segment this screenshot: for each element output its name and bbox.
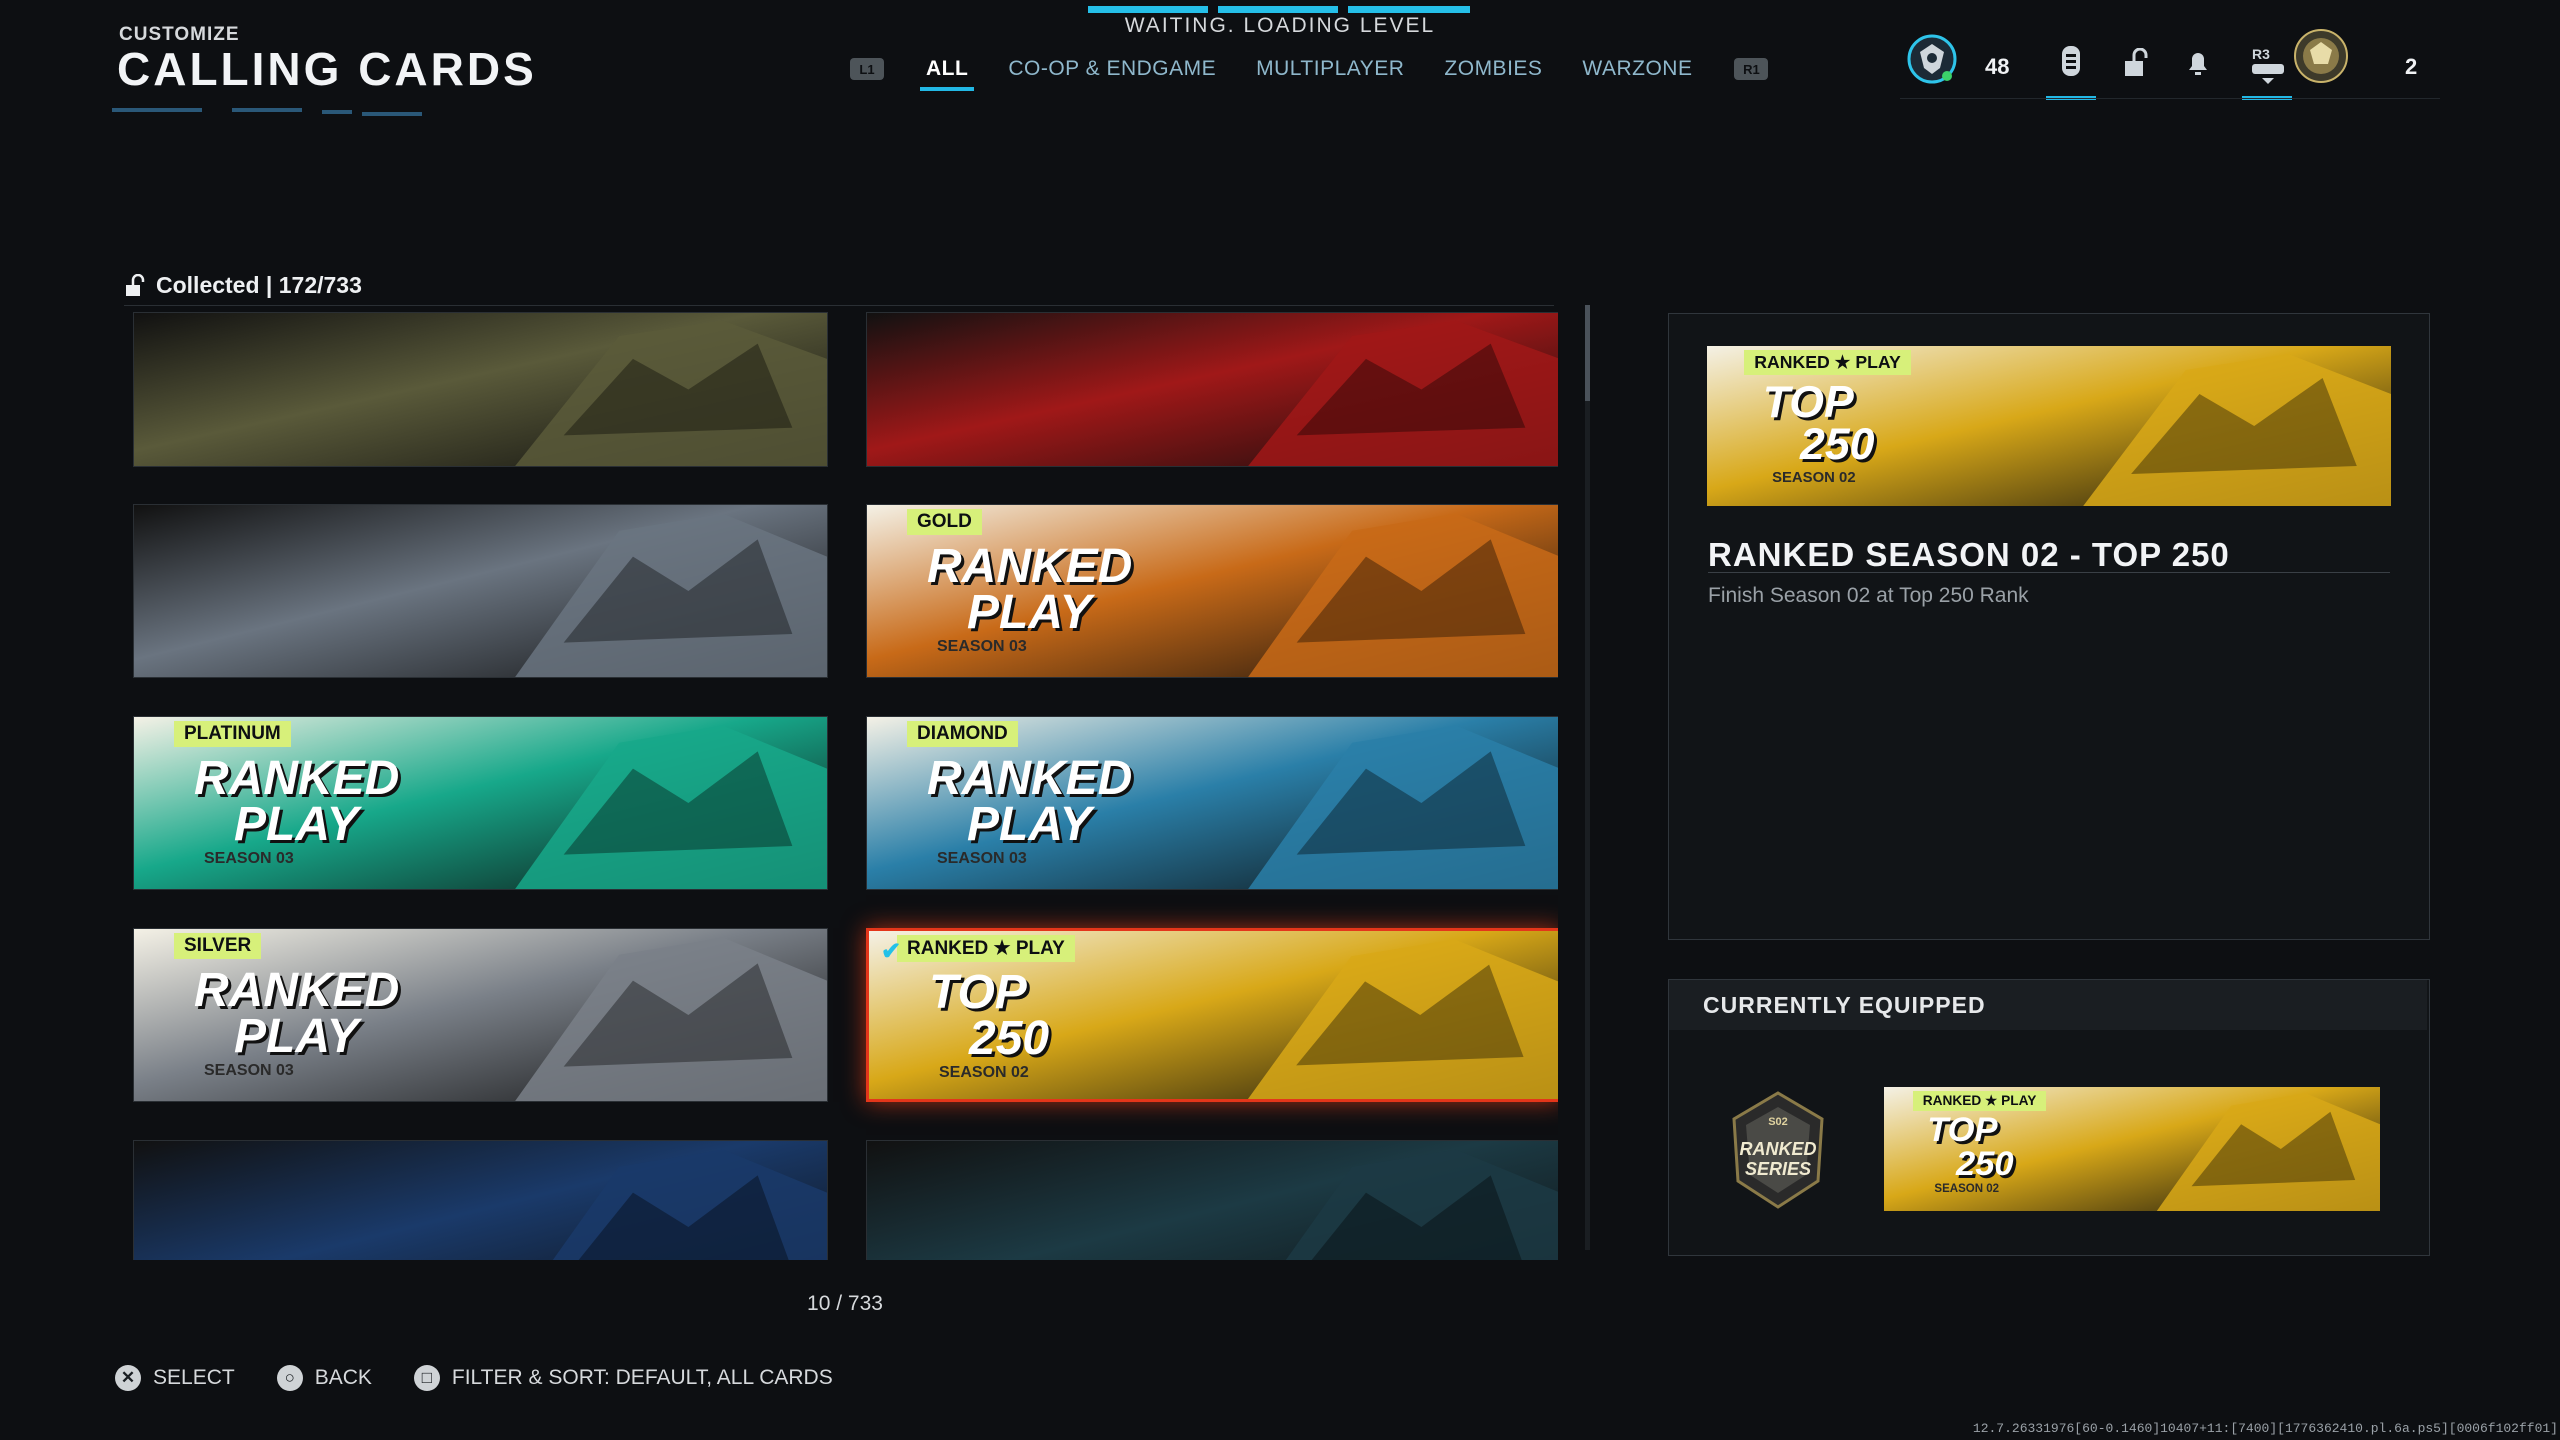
select-label: SELECT: [153, 1366, 235, 1389]
cross-button-icon: ✕: [115, 1365, 141, 1391]
card-subheadline: 250: [1956, 1144, 2014, 1183]
check-icon: ✔: [881, 938, 902, 965]
calling-card-grid: GOLD RANKED PLAY SEASON 03 PLATINUM RANKED PL…: [133, 312, 1558, 1260]
tab-all[interactable]: ALL: [919, 57, 975, 91]
commando-pistol-card[interactable]: [866, 312, 1558, 467]
page-title: CALLING CARDS: [117, 43, 537, 95]
hud-divider: [1900, 98, 2440, 99]
card-subheadline: PLAY: [967, 798, 1092, 851]
header-decoration: [112, 100, 442, 118]
ranked-play-silver-card[interactable]: SILVER RANKED PLAY SEASON 03: [133, 928, 828, 1102]
card-subheadline: 250: [1800, 420, 1875, 470]
controller-icon[interactable]: R3: [2248, 40, 2288, 90]
inventory-icon[interactable]: [2056, 44, 2086, 80]
card-season: SEASON 03: [937, 850, 1027, 867]
card-subheadline: PLAY: [234, 1010, 359, 1063]
card-season: SEASON 03: [937, 638, 1027, 655]
detail-divider: [1708, 572, 2390, 573]
tab-zombies[interactable]: ZOMBIES: [1444, 57, 1542, 91]
back-action[interactable]: ○ BACK: [276, 1365, 372, 1391]
bell-icon[interactable]: [2184, 48, 2212, 78]
ranked-play-diamond-card[interactable]: DIAMOND RANKED PLAY SEASON 03: [866, 716, 1558, 890]
tab-coop-endgame[interactable]: CO-OP & ENDGAME: [1008, 57, 1216, 91]
filter-sort-label: FILTER & SORT: DEFAULT, ALL CARDS: [451, 1366, 833, 1389]
card-badge: RANKED ★ PLAY: [1744, 350, 1911, 375]
tab-warzone[interactable]: WARZONE: [1582, 57, 1692, 91]
ranked-play-gold-card[interactable]: GOLD RANKED PLAY SEASON 03: [866, 504, 1558, 678]
loading-progress: [1088, 6, 1473, 14]
select-action[interactable]: ✕ SELECT: [115, 1365, 235, 1391]
soldier-firefight-card[interactable]: [133, 312, 828, 467]
equipped-emblem[interactable]: S02 RANKED SERIES: [1718, 1085, 1838, 1215]
lock-icon[interactable]: [2122, 47, 2152, 78]
back-label: BACK: [314, 1366, 372, 1389]
player-emblem-icon[interactable]: [2286, 28, 2356, 84]
combat-knife-card[interactable]: [866, 1140, 1558, 1260]
detail-card-preview: RANKED ★ PLAY TOP 250 SEASON 02: [1707, 346, 2391, 506]
player-level: 48: [1985, 54, 2010, 79]
detail-card-description: Finish Season 02 at Top 250 Rank: [1708, 584, 2029, 607]
circle-button-icon: ○: [276, 1365, 303, 1391]
collected-count: Collected | 172/733: [124, 272, 362, 299]
card-season: SEASON 03: [204, 850, 294, 867]
card-badge: RANKED ★ PLAY: [897, 935, 1075, 962]
filter-sort-action[interactable]: □ FILTER & SORT: DEFAULT, ALL CARDS: [413, 1365, 833, 1391]
collected-label: Collected | 172/733: [156, 272, 362, 298]
loading-status: WAITING. LOADING LEVEL: [1124, 14, 1436, 37]
grid-divider: [124, 305, 1554, 306]
card-badge: DIAMOND: [907, 721, 1018, 747]
hud-count: 2: [2405, 54, 2418, 79]
equipped-title: CURRENTLY EQUIPPED: [1703, 992, 1986, 1018]
twin-snipers-card[interactable]: [133, 504, 828, 678]
r1-bumper-icon[interactable]: R1: [1734, 58, 1769, 80]
detail-card-title: RANKED SEASON 02 - TOP 250: [1708, 536, 2230, 573]
grid-scrollbar[interactable]: [1585, 305, 1590, 1250]
category-tabs: L1 ALL CO-OP & ENDGAME MULTIPLAYER ZOMBI…: [850, 44, 1769, 94]
card-subheadline: 250: [969, 1012, 1050, 1065]
card-season: SEASON 02: [1772, 469, 1856, 486]
emblem-line1: RANKED: [1739, 1139, 1816, 1159]
card-badge: PLATINUM: [174, 721, 291, 747]
card-badge: SILVER: [174, 933, 262, 959]
tab-multiplayer[interactable]: MULTIPLAYER: [1256, 57, 1404, 91]
card-subheadline: PLAY: [234, 798, 359, 851]
emblem-line2: SERIES: [1745, 1159, 1811, 1179]
unlock-icon: [126, 273, 145, 296]
card-season: SEASON 02: [939, 1064, 1029, 1081]
card-badge: RANKED ★ PLAY: [1912, 1091, 2047, 1111]
l1-bumper-icon[interactable]: L1: [850, 58, 884, 80]
card-badge: GOLD: [907, 509, 982, 535]
card-subheadline: PLAY: [967, 586, 1092, 639]
storm-moon-card[interactable]: [133, 1140, 828, 1260]
footer-controls: ✕ SELECT ○ BACK □ FILTER & SORT: DEFAULT…: [115, 1365, 875, 1391]
rank-emblem-icon[interactable]: [1905, 32, 1959, 86]
emblem-year: S02: [1768, 1116, 1788, 1128]
ranked-play-platinum-card[interactable]: PLATINUM RANKED PLAY SEASON 03: [133, 716, 828, 890]
card-pager: 10 / 733: [807, 1292, 883, 1315]
grid-scrollbar-thumb[interactable]: [1585, 305, 1590, 401]
card-season: SEASON 03: [204, 1062, 294, 1079]
build-info: 12.7.26331976[60-0.1460]10407+11:[7400][…: [1972, 1421, 2558, 1436]
equipped-calling-card[interactable]: RANKED ★ PLAY TOP 250 SEASON 02: [1884, 1087, 2380, 1211]
card-season: SEASON 02: [1934, 1182, 2000, 1195]
square-button-icon: □: [413, 1365, 440, 1391]
ranked-top-250-card[interactable]: RANKED ★ PLAY TOP 250 SEASON 02 ✔: [866, 928, 1558, 1102]
